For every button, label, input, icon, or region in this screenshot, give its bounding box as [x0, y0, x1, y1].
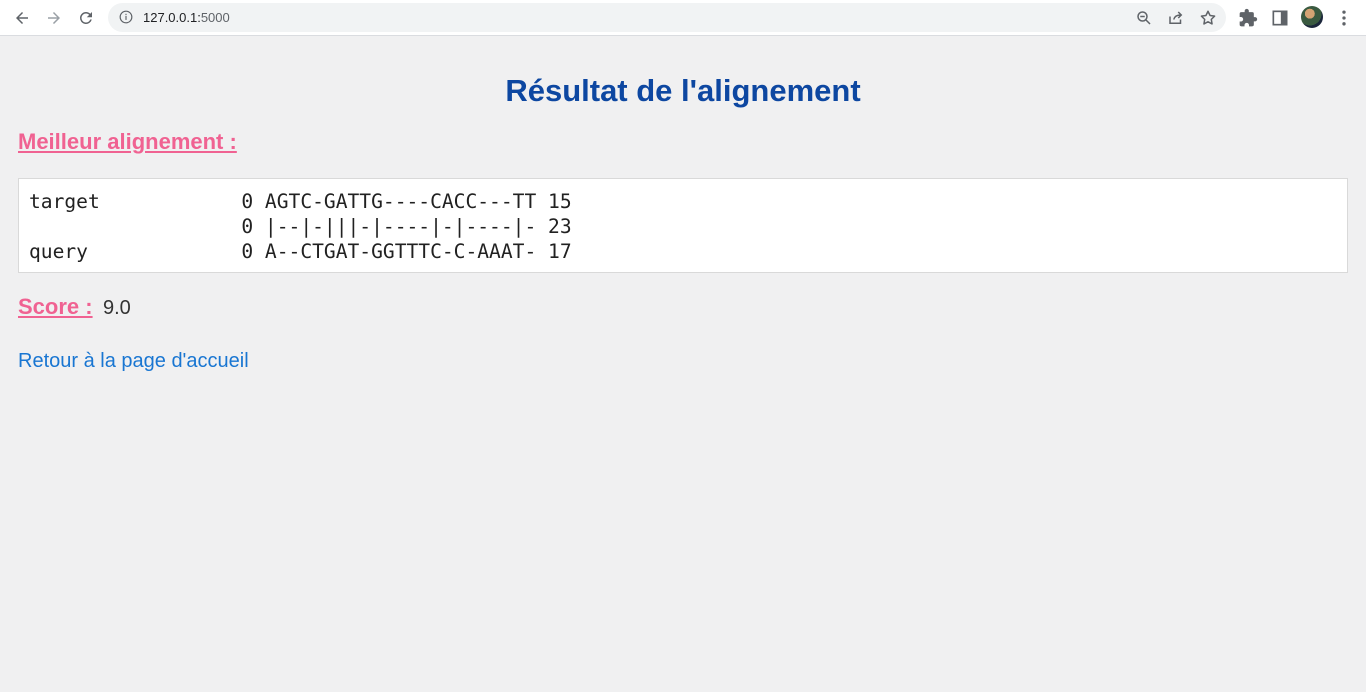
share-icon[interactable]: [1167, 9, 1185, 27]
extensions-icon[interactable]: [1238, 8, 1258, 28]
reload-icon: [79, 11, 92, 24]
site-info-icon[interactable]: [119, 10, 133, 24]
bookmark-star-icon[interactable]: [1199, 9, 1217, 27]
url-host: 127.0.0.1:: [143, 10, 201, 25]
alignment-line-target: target 0 AGTC-GATTG----CACC---TT 15: [29, 190, 572, 213]
profile-avatar[interactable]: [1301, 6, 1323, 28]
zoom-icon[interactable]: [1135, 9, 1153, 27]
address-bar[interactable]: 127.0.0.1:5000: [108, 3, 1226, 32]
menu-kebab-icon[interactable]: [1334, 8, 1354, 28]
back-arrow-icon: [16, 12, 28, 24]
alignment-text: target 0 AGTC-GATTG----CACC---TT 15 0 |-…: [29, 189, 572, 264]
page-title: Résultat de l'alignement: [505, 73, 861, 108]
url-port: 5000: [200, 10, 230, 25]
alignment-line-match: 0 |--|-|||-|----|-|----|- 23: [29, 215, 572, 238]
reload-button[interactable]: [72, 4, 100, 32]
score-value: 9.0: [103, 297, 131, 319]
alignment-box: target 0 AGTC-GATTG----CACC---TT 15 0 |-…: [18, 178, 1348, 273]
best-alignment-heading: Meilleur alignement :: [18, 129, 237, 154]
back-button[interactable]: [8, 4, 36, 32]
url-text[interactable]: 127.0.0.1:5000: [143, 10, 230, 25]
home-link[interactable]: Retour à la page d'accueil: [18, 350, 249, 373]
browser-toolbar: 127.0.0.1:5000: [0, 0, 1366, 36]
forward-button[interactable]: [40, 4, 68, 32]
alignment-line-query: query 0 A--CTGAT-GGTTTC-C-AAAT- 17: [29, 240, 572, 263]
side-panel-icon[interactable]: [1270, 8, 1290, 28]
forward-arrow-icon: [48, 12, 60, 24]
score-heading: Score :: [18, 294, 93, 319]
